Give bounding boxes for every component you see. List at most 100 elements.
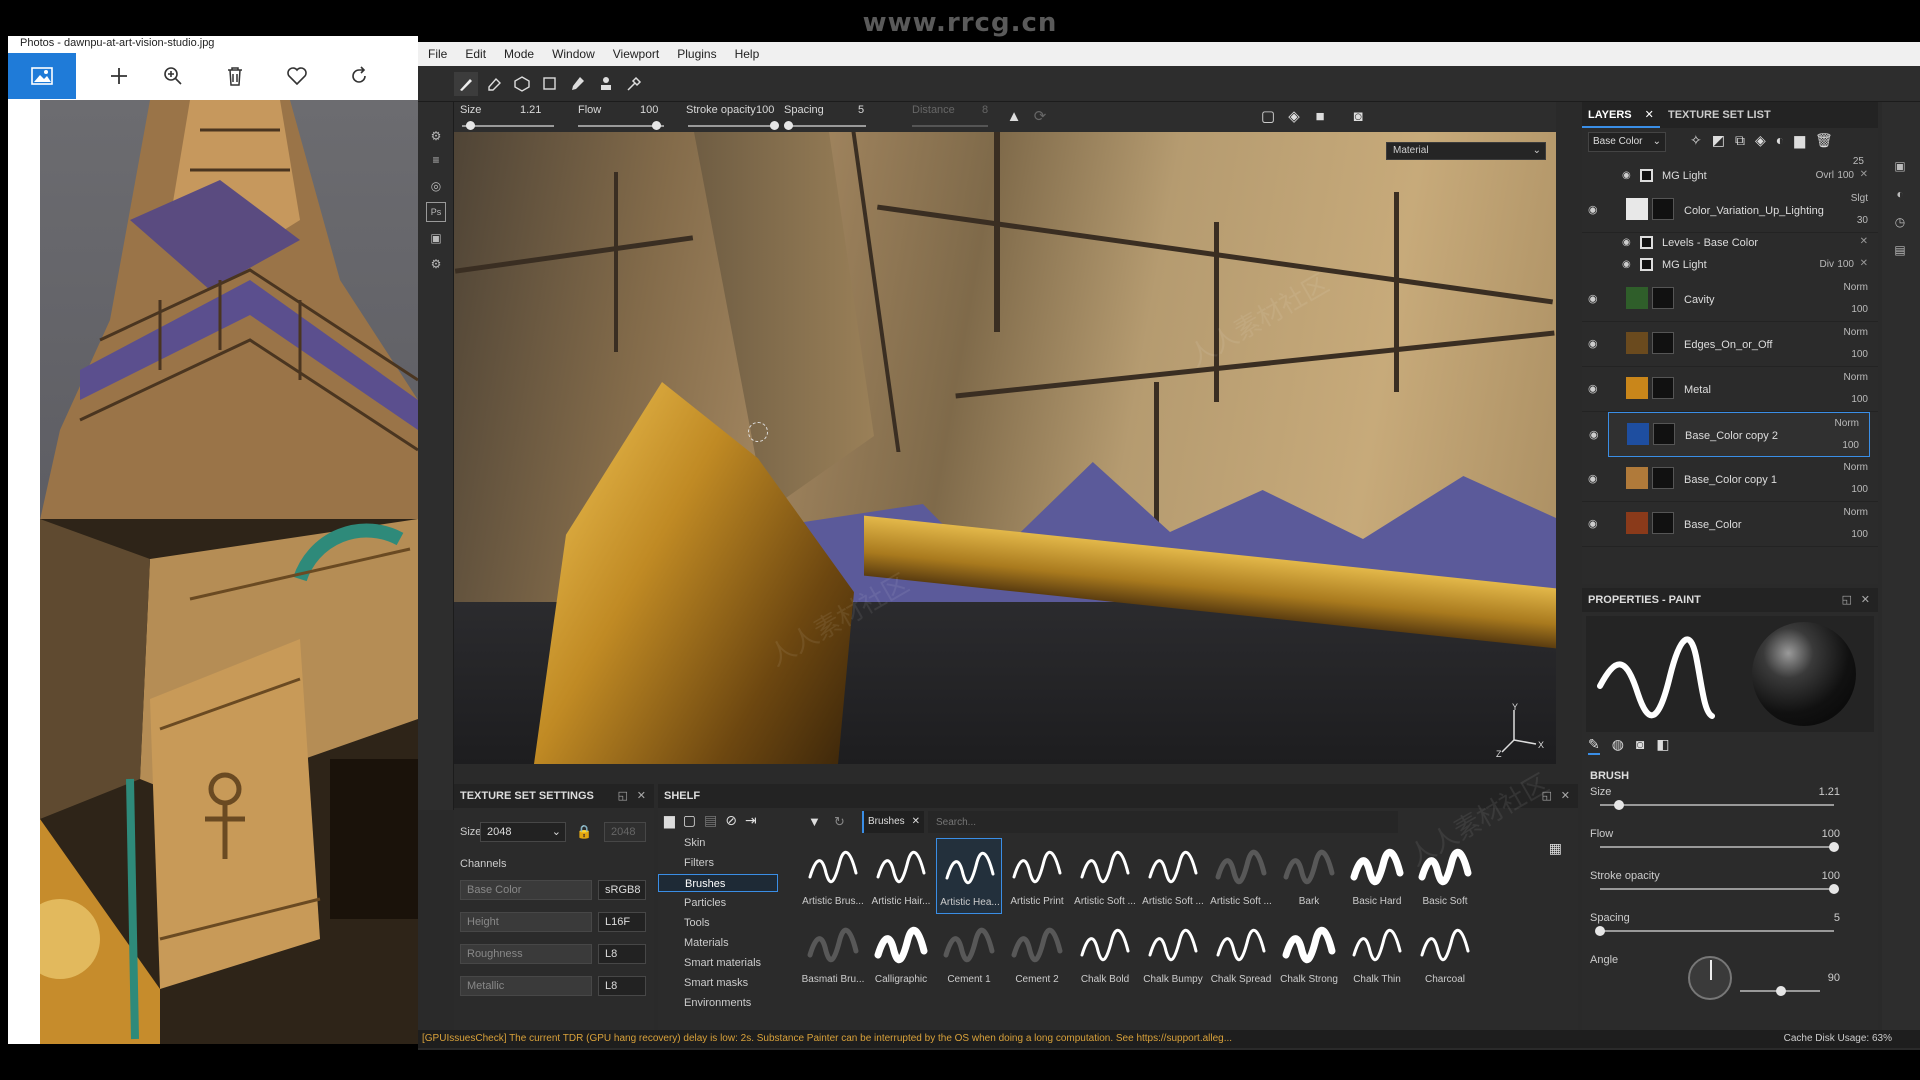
import-icon[interactable]: ⇥ [745, 812, 757, 832]
properties-icon[interactable]: ▣ [1890, 156, 1910, 176]
delete-icon[interactable] [212, 53, 258, 99]
brush-item[interactable]: Cement 2 [1004, 916, 1070, 992]
add-mask-icon[interactable]: ◩ [1712, 132, 1725, 149]
brush-item[interactable]: Chalk Bumpy [1140, 916, 1206, 992]
clone-stamp-icon[interactable] [594, 72, 618, 96]
export-icon[interactable]: ▣ [426, 228, 446, 248]
category-materials[interactable]: Materials [666, 934, 786, 952]
category-smart-materials[interactable]: Smart materials [666, 954, 786, 972]
layer-mask-thumbnail[interactable] [1652, 332, 1674, 354]
layer-opacity[interactable]: 100 [1851, 304, 1868, 315]
photo-icon[interactable] [8, 53, 76, 99]
texture-size-select[interactable]: 2048 ⌄ [480, 822, 566, 842]
viewport-3d-icon[interactable]: ◈ [1282, 104, 1306, 128]
3d-viewport[interactable]: Material ⌄ Y X Z [454, 132, 1556, 764]
prop-stroke-opacity-knob[interactable] [1829, 884, 1839, 894]
sub-layer-opacity[interactable]: 100 [1837, 170, 1854, 181]
filter-icon[interactable]: ▼ [808, 814, 821, 829]
add-smart-material-icon[interactable]: ◐ [1776, 132, 1784, 149]
brush-item[interactable]: Chalk Bold [1072, 916, 1138, 992]
eye-icon[interactable]: ◉ [1588, 292, 1600, 305]
close-icon[interactable]: ✕ [1861, 588, 1870, 612]
brush-item[interactable]: Artistic Soft ... [1072, 838, 1138, 914]
settings-icon[interactable]: ⚙ [426, 126, 446, 146]
channel-metallic[interactable]: Metallic [460, 976, 592, 996]
sub-layer-opacity[interactable]: 100 [1837, 259, 1854, 270]
layer-row[interactable]: ◉ Color_Variation_Up_Lighting Slgt 30 [1582, 188, 1878, 233]
layer-opacity[interactable]: 100 [1842, 440, 1859, 451]
channel-format[interactable]: L8 [598, 944, 646, 964]
close-icon[interactable]: ✕ [1561, 784, 1570, 808]
brush-item[interactable]: Basmati Bru... [800, 916, 866, 992]
prop-angle-knob[interactable] [1776, 986, 1786, 996]
prop-size-track[interactable] [1600, 804, 1834, 806]
size-value[interactable]: 1.21 [520, 104, 541, 116]
tab-layers[interactable]: LAYERS ✕ [1582, 102, 1660, 128]
flow-value[interactable]: 100 [640, 104, 658, 116]
menu-file[interactable]: File [428, 47, 447, 61]
delete-layer-icon[interactable]: 🗑 [1815, 132, 1833, 149]
prop-flow-value[interactable]: 100 [1822, 828, 1840, 840]
material-tab-icon[interactable]: ◧ [1656, 736, 1669, 755]
alpha-tab-icon[interactable]: ◍ [1612, 736, 1624, 755]
zoom-icon[interactable] [150, 53, 196, 99]
eye-icon[interactable]: ◉ [1588, 472, 1600, 485]
layer-mask-thumbnail[interactable] [1652, 467, 1674, 489]
hide-icon[interactable]: ⊘ [725, 812, 737, 832]
channel-format[interactable]: L8 [598, 976, 646, 996]
brush-item[interactable]: Artistic Print [1004, 838, 1070, 914]
close-icon[interactable]: ✕ [1860, 169, 1868, 180]
undock-icon[interactable]: ◱ [1542, 784, 1552, 808]
sub-layer-row[interactable]: ◉ MG Light Div 100 ✕ [1622, 255, 1872, 277]
viewport-2d-icon[interactable]: ▢ [1256, 104, 1280, 128]
layer-blend-mode[interactable]: Norm [1844, 462, 1868, 473]
layer-row[interactable]: ◉ Metal Norm 100 [1582, 367, 1878, 412]
channel-base-color[interactable]: Base Color [460, 880, 592, 900]
layer-blend-mode[interactable]: Norm [1844, 327, 1868, 338]
refresh-icon[interactable]: ↻ [834, 814, 845, 830]
category-brushes[interactable]: Brushes [658, 874, 778, 892]
channel-format[interactable]: L16F [598, 912, 646, 932]
size-slider-knob[interactable] [466, 121, 475, 130]
eye-icon[interactable]: ◉ [1588, 382, 1600, 395]
brush-item[interactable]: Cement 1 [936, 916, 1002, 992]
new-folder-icon[interactable]: ▢ [683, 812, 696, 832]
layer-opacity[interactable]: 30 [1857, 215, 1868, 226]
layer-row[interactable]: ◉ Edges_On_or_Off Norm 100 [1582, 322, 1878, 367]
add-icon[interactable] [96, 53, 142, 99]
layer-mask-thumbnail[interactable] [1652, 377, 1674, 399]
layer-mask-thumbnail[interactable] [1652, 512, 1674, 534]
layer-row[interactable]: ◉ Cavity Norm 100 [1582, 277, 1878, 322]
layer-opacity[interactable]: 100 [1851, 394, 1868, 405]
smudge-icon[interactable] [566, 72, 590, 96]
eye-icon[interactable]: ◉ [1588, 203, 1600, 216]
eye-icon[interactable]: ◉ [1622, 237, 1631, 248]
display-icon[interactable]: ◐ [1890, 184, 1910, 204]
brush-tab-icon[interactable]: ✎ [1588, 736, 1600, 755]
photoshop-icon[interactable]: Ps [426, 202, 446, 222]
color-picker-icon[interactable] [622, 72, 646, 96]
menu-window[interactable]: Window [552, 47, 595, 61]
rotate-icon[interactable] [336, 53, 382, 99]
layer-stack-icon[interactable]: ≡ [426, 150, 446, 170]
history-icon[interactable]: ◷ [1890, 212, 1910, 232]
log-icon[interactable]: ▤ [1890, 240, 1910, 260]
add-effect-icon[interactable]: ✧ [1690, 132, 1702, 149]
polygon-fill-icon[interactable] [538, 72, 562, 96]
prop-spacing-knob[interactable] [1595, 926, 1605, 936]
brush-item[interactable]: Artistic Soft ... [1208, 838, 1274, 914]
prop-angle-value[interactable]: 90 [1828, 972, 1840, 984]
distance-value[interactable]: 8 [982, 104, 988, 116]
undock-icon[interactable]: ◱ [1842, 588, 1852, 612]
close-icon[interactable]: ✕ [637, 784, 646, 808]
add-layer-icon[interactable]: ⧉ [1735, 132, 1745, 149]
prop-flow-knob[interactable] [1829, 842, 1839, 852]
brush-item[interactable]: Artistic Hea... [936, 838, 1002, 914]
brush-item[interactable]: Calligraphic [868, 916, 934, 992]
tab-texture-set-list[interactable]: TEXTURE SET LIST [1662, 102, 1777, 128]
stroke-opacity-slider-track[interactable] [688, 125, 776, 127]
eye-icon[interactable]: ◉ [1589, 428, 1601, 441]
undock-icon[interactable]: ◱ [618, 784, 628, 808]
camera-icon[interactable]: ■ [1308, 104, 1332, 128]
size-slider-track[interactable] [462, 125, 554, 127]
